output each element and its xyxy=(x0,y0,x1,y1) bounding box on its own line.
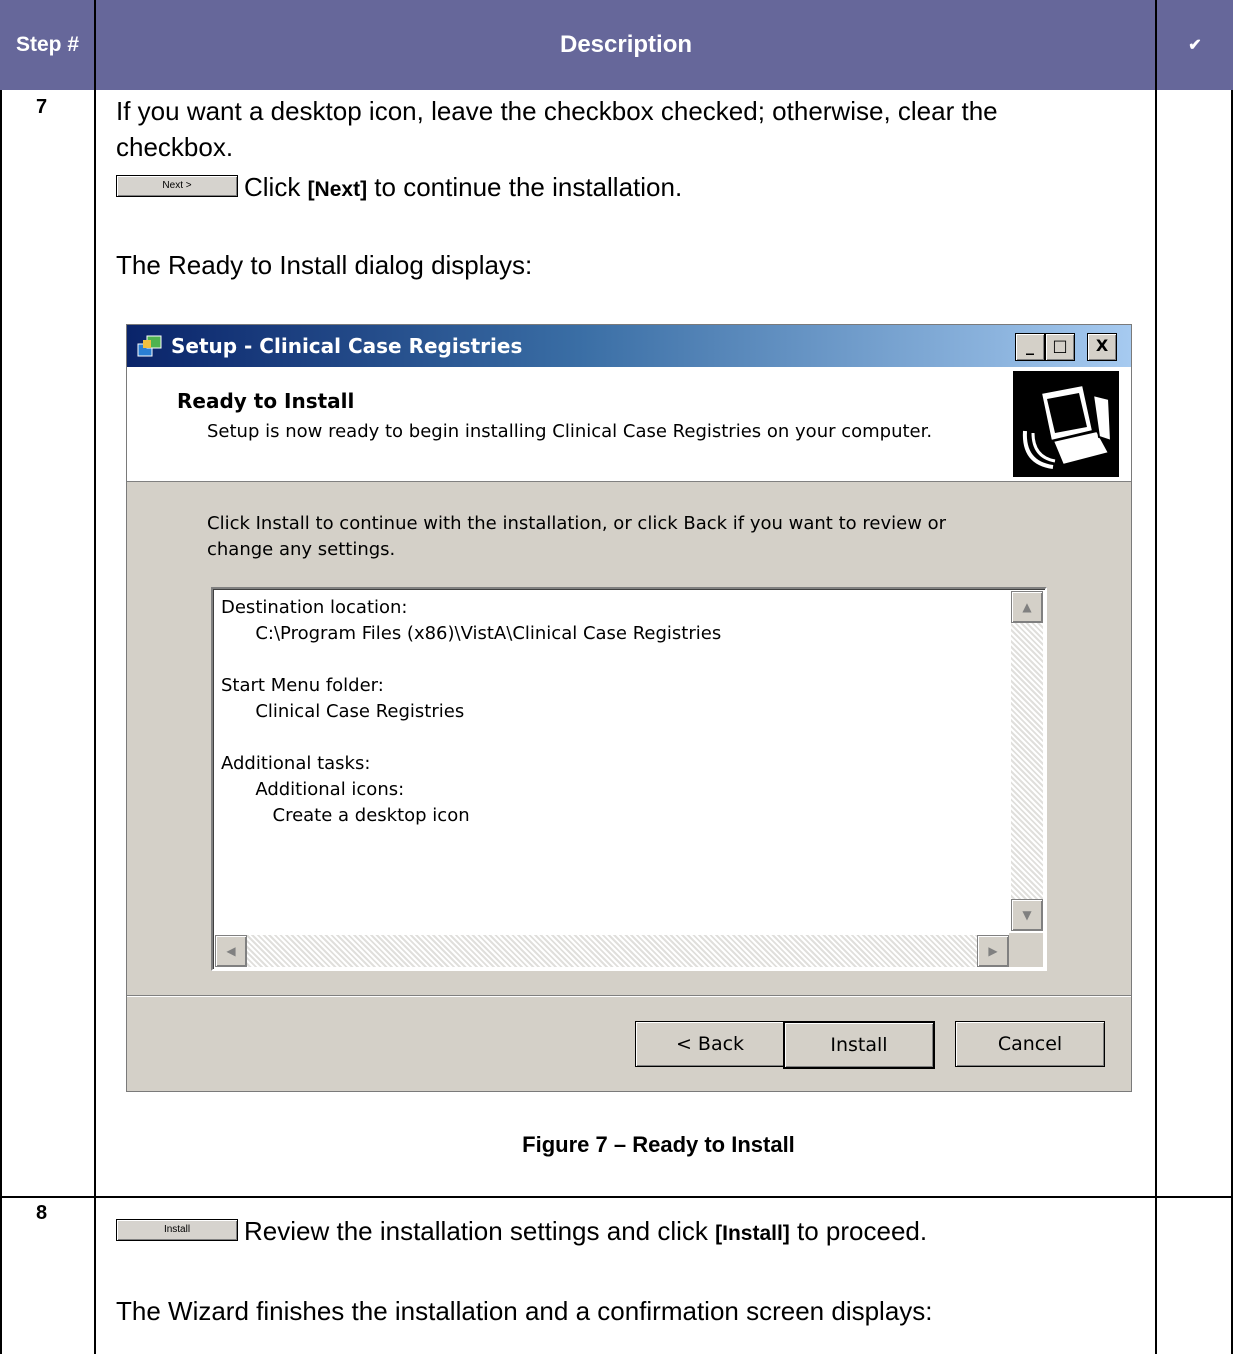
scroll-corner xyxy=(1009,933,1043,967)
close-button[interactable]: X xyxy=(1087,333,1117,361)
computer-install-icon xyxy=(1013,371,1119,477)
dialog-banner: Ready to Install Setup is now ready to b… xyxy=(127,367,1131,482)
description-header: Description xyxy=(559,31,693,58)
dialog-intro-text: The Ready to Install dialog displays: xyxy=(116,250,533,280)
review-install-instruction: Install Review the installation settings … xyxy=(116,1214,927,1251)
checkmark-header: ✔ xyxy=(1188,37,1202,54)
step-number: 7 xyxy=(36,96,48,118)
setup-app-icon xyxy=(137,335,162,357)
dialog-title: Setup - Clinical Case Registries xyxy=(171,334,523,358)
button-separator xyxy=(127,995,1131,997)
scroll-up-icon[interactable]: ▲ xyxy=(1011,591,1043,623)
ready-to-install-dialog: Setup - Clinical Case Registries _ □ X R… xyxy=(126,324,1132,1092)
grid-line xyxy=(0,90,2,1354)
minimize-button[interactable]: _ xyxy=(1015,333,1045,361)
page-subheading: Setup is now ready to begin installing C… xyxy=(207,421,933,442)
step-number: 8 xyxy=(36,1202,48,1224)
scroll-left-icon[interactable]: ◀ xyxy=(215,935,247,967)
horizontal-scrollbar[interactable]: ◀ ▶ xyxy=(215,935,1009,967)
scroll-down-icon[interactable]: ▼ xyxy=(1011,899,1043,931)
dialog-instructions: Click Install to continue with the insta… xyxy=(207,513,947,560)
page-heading: Ready to Install xyxy=(177,389,355,413)
scroll-right-icon[interactable]: ▶ xyxy=(977,935,1009,967)
maximize-button[interactable]: □ xyxy=(1045,333,1075,361)
click-next-instruction: Next > Click [Next] to continue the insta… xyxy=(116,170,682,207)
vertical-scrollbar[interactable]: ▲ ▼ xyxy=(1011,591,1043,931)
cancel-button[interactable]: Cancel xyxy=(955,1021,1105,1067)
settings-summary-memo[interactable]: Destination location: C:\Program Files (… xyxy=(211,587,1047,971)
row-divider xyxy=(0,1196,1233,1198)
next-button-image: Next > xyxy=(116,175,238,198)
instruction-text: checkbox. xyxy=(116,132,234,162)
settings-summary-text: Destination location: C:\Program Files (… xyxy=(221,597,722,826)
finish-text: The Wizard finishes the installation and… xyxy=(116,1296,933,1326)
dialog-titlebar: Setup - Clinical Case Registries _ □ X xyxy=(127,325,1131,367)
step-number-header: Step # xyxy=(15,33,80,56)
figure-caption: Figure 7 – Ready to Install xyxy=(522,1132,795,1157)
install-button-image: Install xyxy=(116,1219,238,1242)
install-button[interactable]: Install xyxy=(783,1021,935,1069)
instruction-text: If you want a desktop icon, leave the ch… xyxy=(116,96,998,126)
back-button[interactable]: < Back xyxy=(635,1021,785,1067)
